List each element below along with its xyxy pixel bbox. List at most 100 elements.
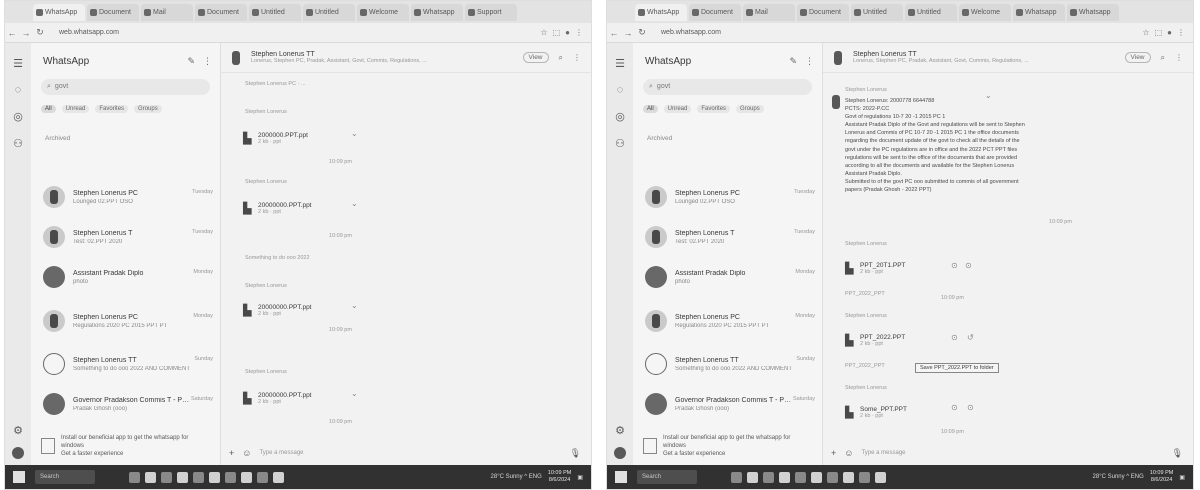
browser-tab[interactable]: WhatsApp: [33, 3, 85, 21]
filter-chip-groups[interactable]: Groups: [134, 105, 162, 113]
download-icon[interactable]: ⊙: [951, 333, 958, 342]
emoji-icon[interactable]: ☺: [844, 448, 853, 458]
file-explorer-icon[interactable]: [747, 471, 758, 483]
document-message[interactable]: ▙ Some_PPT.PPT 2 kb · ppt: [845, 399, 957, 425]
chat-list-item[interactable]: Stephen Lonerus PC Regulations 2020 PC 20…: [31, 305, 220, 337]
browser-tab[interactable]: Mail: [743, 3, 795, 21]
app-icon[interactable]: [273, 471, 284, 483]
extensions-icon[interactable]: ⬚: [1155, 28, 1163, 37]
file-explorer-icon[interactable]: [145, 471, 156, 483]
browser-tab[interactable]: Support: [465, 3, 517, 21]
browser-tab[interactable]: Untitled: [303, 3, 355, 21]
app-icon[interactable]: [795, 471, 806, 483]
communities-icon[interactable]: ⚇: [11, 137, 25, 150]
plus-icon[interactable]: +: [229, 448, 234, 458]
chat-list-item[interactable]: Stephen Lonerus T Test: 02.PPT 2020 Tuesd…: [633, 221, 822, 253]
microphone-icon[interactable]: 🎙: [570, 448, 581, 459]
star-icon[interactable]: ☆: [1142, 28, 1149, 37]
taskbar-search[interactable]: Search: [35, 470, 95, 484]
message-input[interactable]: Type a message: [259, 450, 303, 456]
reload-icon[interactable]: ↻: [635, 27, 649, 38]
browser-tab[interactable]: Whatsapp: [411, 3, 463, 21]
app-icon[interactable]: [827, 471, 838, 483]
document-message[interactable]: ▙ 20000000.PPT.ppt 2 kb · ppt: [243, 385, 355, 411]
browser-icon[interactable]: [161, 471, 172, 483]
mail-icon[interactable]: [779, 471, 790, 483]
browser-icon[interactable]: [763, 471, 774, 483]
browser-tab[interactable]: WhatsApp: [635, 3, 687, 21]
chevron-down-icon[interactable]: ⌄: [351, 199, 358, 208]
chats-icon[interactable]: ☰: [11, 57, 25, 70]
filter-chip-favorites[interactable]: Favorites: [697, 105, 731, 113]
forward-icon[interactable]: ⊙: [965, 261, 972, 270]
menu-icon[interactable]: ⋮: [575, 28, 583, 37]
browser-tab[interactable]: Untitled: [249, 3, 301, 21]
search-input[interactable]: ⌕ govt: [643, 79, 812, 95]
browser-tab[interactable]: Welcome: [959, 3, 1011, 21]
browser-tab[interactable]: Whatsapp: [1067, 3, 1119, 21]
app-icon[interactable]: [193, 471, 204, 483]
profile-icon[interactable]: ●: [565, 28, 570, 37]
mail-icon[interactable]: [177, 471, 188, 483]
browser-tab[interactable]: Document: [797, 3, 849, 21]
filter-chip-favorites[interactable]: Favorites: [95, 105, 129, 113]
chat-list-item[interactable]: Assistant Pradak Diplo photo Monday: [31, 261, 220, 293]
filter-chip-unread[interactable]: Unread: [61, 105, 90, 113]
chat-list-item[interactable]: Stephen Lonerus PC Regulations 2020 PC 20…: [633, 305, 822, 337]
chat-list-item[interactable]: Stephen Lonerus TT Something to do ooo 20…: [633, 348, 822, 380]
archived-row[interactable]: Archived: [45, 135, 220, 142]
chats-icon[interactable]: ☰: [613, 57, 627, 70]
url-input[interactable]: web.whatsapp.com: [53, 26, 413, 39]
app-icon[interactable]: [241, 471, 252, 483]
profile-icon[interactable]: ●: [1167, 28, 1172, 37]
taskbar-search[interactable]: Search: [637, 470, 697, 484]
forward-icon[interactable]: →: [621, 28, 635, 38]
app-icon[interactable]: [257, 471, 268, 483]
menu-icon[interactable]: ⋮: [203, 56, 212, 67]
chevron-down-icon[interactable]: ⌄: [351, 129, 358, 138]
url-input[interactable]: web.whatsapp.com: [655, 26, 1015, 39]
settings-icon[interactable]: ⚙: [11, 424, 25, 437]
star-icon[interactable]: ☆: [540, 28, 547, 37]
chat-list-item[interactable]: Stephen Lonerus PC Lounged 02.PPT OSO Tue…: [31, 181, 220, 213]
forward-icon[interactable]: ⊙: [967, 403, 974, 412]
app-icon[interactable]: [225, 471, 236, 483]
reload-icon[interactable]: ↻: [33, 27, 47, 38]
filter-chip-groups[interactable]: Groups: [736, 105, 764, 113]
document-message[interactable]: ▙ PPT_20T1.PPT 2 kb · ppt: [845, 255, 957, 281]
chat-list-item[interactable]: Assistant Pradak Diplo photo Monday: [633, 261, 822, 293]
browser-tab[interactable]: Whatsapp: [1013, 3, 1065, 21]
forward-icon[interactable]: →: [19, 28, 33, 38]
chat-list-item[interactable]: Stephen Lonerus T Test: 02.PPT 2020 Tuesd…: [31, 221, 220, 253]
menu-icon[interactable]: ⋮: [805, 56, 814, 67]
chat-list-item[interactable]: Stephen Lonerus TT Something to do ooo 20…: [31, 348, 220, 380]
weather-tray[interactable]: 28°C Sunny ^ ENG: [491, 474, 542, 480]
weather-tray[interactable]: 28°C Sunny ^ ENG: [1093, 474, 1144, 480]
install-app-banner[interactable]: Install our beneficial app to get the wh…: [639, 431, 817, 461]
back-icon[interactable]: ←: [607, 28, 621, 38]
plus-icon[interactable]: +: [831, 448, 836, 458]
chat-list-item[interactable]: Governor Pradakson Commis T - PRC Pradak …: [31, 388, 220, 420]
link-text[interactable]: Something to do ooo 2022: [245, 255, 310, 261]
chevron-down-icon[interactable]: ⌄: [351, 389, 358, 398]
profile-avatar[interactable]: [12, 447, 24, 459]
clock[interactable]: 10:09 PM 8/6/2024: [548, 470, 572, 484]
windows-start-icon[interactable]: [13, 471, 25, 483]
chat-list-item[interactable]: Governor Pradakson Commis T - PRC Pradak …: [633, 388, 822, 420]
extensions-icon[interactable]: ⬚: [553, 28, 561, 37]
view-button[interactable]: View: [1124, 52, 1151, 63]
microphone-icon[interactable]: 🎙: [1172, 448, 1183, 459]
settings-icon[interactable]: ⚙: [613, 424, 627, 437]
message-input[interactable]: Type a message: [861, 450, 905, 456]
document-message[interactable]: ▙ 20000000.PPT.ppt 2 kb · ppt: [243, 297, 355, 323]
menu-icon[interactable]: ⋮: [573, 53, 581, 62]
communities-icon[interactable]: ⚇: [613, 137, 627, 150]
browser-tab[interactable]: Document: [195, 3, 247, 21]
document-message[interactable]: ▙ PPT_2022.PPT 2 kb · ppt: [845, 327, 957, 353]
download-icon[interactable]: ⊙: [951, 261, 958, 270]
conversation-header[interactable]: Stephen Lonerus TT Lonerus, Stephen PC, …: [823, 43, 1193, 73]
filter-chip-all[interactable]: All: [41, 105, 56, 113]
install-app-banner[interactable]: Install our beneficial app to get the wh…: [37, 431, 215, 461]
app-icon[interactable]: [811, 471, 822, 483]
menu-icon[interactable]: ⋮: [1177, 28, 1185, 37]
